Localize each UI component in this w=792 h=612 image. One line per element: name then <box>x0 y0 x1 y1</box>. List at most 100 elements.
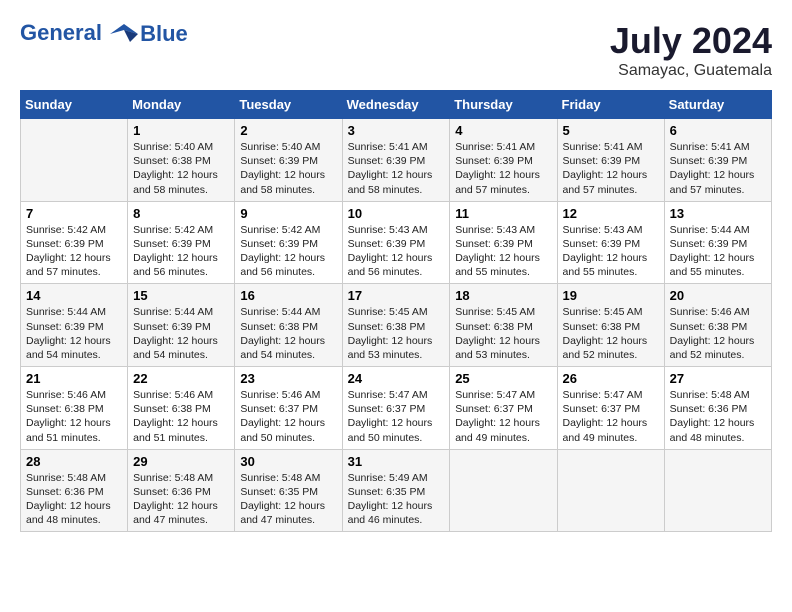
day-number: 15 <box>133 288 229 303</box>
calendar-cell: 12 Sunrise: 5:43 AM Sunset: 6:39 PM Dayli… <box>557 201 664 284</box>
calendar-cell: 18 Sunrise: 5:45 AM Sunset: 6:38 PM Dayli… <box>450 284 557 367</box>
title-block: July 2024 Samayac, Guatemala <box>610 20 772 80</box>
weekday-header-row: SundayMondayTuesdayWednesdayThursdayFrid… <box>21 91 772 119</box>
day-info: Sunrise: 5:46 AM Sunset: 6:38 PM Dayligh… <box>670 305 766 362</box>
day-info: Sunrise: 5:43 AM Sunset: 6:39 PM Dayligh… <box>455 223 551 280</box>
day-info: Sunrise: 5:42 AM Sunset: 6:39 PM Dayligh… <box>133 223 229 280</box>
day-number: 1 <box>133 123 229 138</box>
day-number: 18 <box>455 288 551 303</box>
day-info: Sunrise: 5:48 AM Sunset: 6:36 PM Dayligh… <box>133 471 229 528</box>
day-number: 30 <box>240 454 336 469</box>
calendar-cell: 2 Sunrise: 5:40 AM Sunset: 6:39 PM Daylig… <box>235 119 342 202</box>
day-info: Sunrise: 5:45 AM Sunset: 6:38 PM Dayligh… <box>348 305 445 362</box>
weekday-header-cell: Thursday <box>450 91 557 119</box>
day-number: 2 <box>240 123 336 138</box>
calendar-cell: 22Sunrise: 5:46 AM Sunset: 6:38 PM Dayli… <box>128 367 235 450</box>
weekday-header-cell: Wednesday <box>342 91 450 119</box>
calendar-cell: 28 Sunrise: 5:48 AM Sunset: 6:36 PM Dayli… <box>21 449 128 532</box>
weekday-header-cell: Saturday <box>664 91 771 119</box>
calendar-week-row: 7 Sunrise: 5:42 AM Sunset: 6:39 PM Daylig… <box>21 201 772 284</box>
weekday-header-cell: Tuesday <box>235 91 342 119</box>
calendar-cell: 25 Sunrise: 5:47 AM Sunset: 6:37 PM Dayli… <box>450 367 557 450</box>
calendar-cell: 1 Sunrise: 5:40 AM Sunset: 6:38 PM Daylig… <box>128 119 235 202</box>
calendar-cell <box>557 449 664 532</box>
calendar-cell: 26 Sunrise: 5:47 AM Sunset: 6:37 PM Dayli… <box>557 367 664 450</box>
calendar-cell: 29 Sunrise: 5:48 AM Sunset: 6:36 PM Dayli… <box>128 449 235 532</box>
calendar-cell: 14Sunrise: 5:44 AM Sunset: 6:39 PM Dayli… <box>21 284 128 367</box>
day-info: Sunrise: 5:40 AM Sunset: 6:38 PM Dayligh… <box>133 140 229 197</box>
calendar-cell: 11 Sunrise: 5:43 AM Sunset: 6:39 PM Dayli… <box>450 201 557 284</box>
day-number: 20 <box>670 288 766 303</box>
calendar-cell: 4 Sunrise: 5:41 AM Sunset: 6:39 PM Daylig… <box>450 119 557 202</box>
day-info: Sunrise: 5:46 AM Sunset: 6:38 PM Dayligh… <box>26 388 122 445</box>
day-number: 25 <box>455 371 551 386</box>
day-number: 9 <box>240 206 336 221</box>
month-year-title: July 2024 <box>610 20 772 62</box>
calendar-week-row: 1 Sunrise: 5:40 AM Sunset: 6:38 PM Daylig… <box>21 119 772 202</box>
logo-general: General <box>20 20 102 45</box>
day-number: 17 <box>348 288 445 303</box>
day-info: Sunrise: 5:45 AM Sunset: 6:38 PM Dayligh… <box>455 305 551 362</box>
calendar-cell <box>664 449 771 532</box>
day-number: 21 <box>26 371 122 386</box>
day-number: 26 <box>563 371 659 386</box>
calendar-body: 1 Sunrise: 5:40 AM Sunset: 6:38 PM Daylig… <box>21 119 772 532</box>
day-number: 13 <box>670 206 766 221</box>
day-info: Sunrise: 5:41 AM Sunset: 6:39 PM Dayligh… <box>563 140 659 197</box>
day-number: 5 <box>563 123 659 138</box>
calendar-table: SundayMondayTuesdayWednesdayThursdayFrid… <box>20 90 772 532</box>
day-info: Sunrise: 5:42 AM Sunset: 6:39 PM Dayligh… <box>240 223 336 280</box>
calendar-cell: 17 Sunrise: 5:45 AM Sunset: 6:38 PM Dayli… <box>342 284 450 367</box>
day-info: Sunrise: 5:45 AM Sunset: 6:38 PM Dayligh… <box>563 305 659 362</box>
day-number: 10 <box>348 206 445 221</box>
day-info: Sunrise: 5:40 AM Sunset: 6:39 PM Dayligh… <box>240 140 336 197</box>
calendar-cell: 6Sunrise: 5:41 AM Sunset: 6:39 PM Daylig… <box>664 119 771 202</box>
day-info: Sunrise: 5:41 AM Sunset: 6:39 PM Dayligh… <box>455 140 551 197</box>
day-info: Sunrise: 5:48 AM Sunset: 6:36 PM Dayligh… <box>670 388 766 445</box>
calendar-cell: 30 Sunrise: 5:48 AM Sunset: 6:35 PM Dayli… <box>235 449 342 532</box>
day-info: Sunrise: 5:49 AM Sunset: 6:35 PM Dayligh… <box>348 471 445 528</box>
day-info: Sunrise: 5:41 AM Sunset: 6:39 PM Dayligh… <box>348 140 445 197</box>
day-info: Sunrise: 5:43 AM Sunset: 6:39 PM Dayligh… <box>563 223 659 280</box>
day-info: Sunrise: 5:47 AM Sunset: 6:37 PM Dayligh… <box>563 388 659 445</box>
calendar-cell: 27 Sunrise: 5:48 AM Sunset: 6:36 PM Dayli… <box>664 367 771 450</box>
page-header: General Blue July 2024 Samayac, Guatemal… <box>20 20 772 80</box>
day-info: Sunrise: 5:48 AM Sunset: 6:36 PM Dayligh… <box>26 471 122 528</box>
calendar-cell <box>450 449 557 532</box>
calendar-cell: 19Sunrise: 5:45 AM Sunset: 6:38 PM Dayli… <box>557 284 664 367</box>
calendar-cell: 9 Sunrise: 5:42 AM Sunset: 6:39 PM Daylig… <box>235 201 342 284</box>
location-subtitle: Samayac, Guatemala <box>610 62 772 80</box>
calendar-cell: 31 Sunrise: 5:49 AM Sunset: 6:35 PM Dayli… <box>342 449 450 532</box>
day-number: 11 <box>455 206 551 221</box>
day-info: Sunrise: 5:46 AM Sunset: 6:38 PM Dayligh… <box>133 388 229 445</box>
day-info: Sunrise: 5:44 AM Sunset: 6:38 PM Dayligh… <box>240 305 336 362</box>
day-info: Sunrise: 5:41 AM Sunset: 6:39 PM Dayligh… <box>670 140 766 197</box>
day-info: Sunrise: 5:47 AM Sunset: 6:37 PM Dayligh… <box>348 388 445 445</box>
day-number: 4 <box>455 123 551 138</box>
calendar-cell: 8Sunrise: 5:42 AM Sunset: 6:39 PM Daylig… <box>128 201 235 284</box>
day-info: Sunrise: 5:47 AM Sunset: 6:37 PM Dayligh… <box>455 388 551 445</box>
day-info: Sunrise: 5:46 AM Sunset: 6:37 PM Dayligh… <box>240 388 336 445</box>
calendar-cell: 16Sunrise: 5:44 AM Sunset: 6:38 PM Dayli… <box>235 284 342 367</box>
day-number: 28 <box>26 454 122 469</box>
calendar-cell: 24Sunrise: 5:47 AM Sunset: 6:37 PM Dayli… <box>342 367 450 450</box>
calendar-week-row: 14Sunrise: 5:44 AM Sunset: 6:39 PM Dayli… <box>21 284 772 367</box>
day-info: Sunrise: 5:44 AM Sunset: 6:39 PM Dayligh… <box>670 223 766 280</box>
calendar-cell: 20 Sunrise: 5:46 AM Sunset: 6:38 PM Dayli… <box>664 284 771 367</box>
day-info: Sunrise: 5:43 AM Sunset: 6:39 PM Dayligh… <box>348 223 445 280</box>
day-number: 31 <box>348 454 445 469</box>
day-number: 7 <box>26 206 122 221</box>
day-info: Sunrise: 5:44 AM Sunset: 6:39 PM Dayligh… <box>133 305 229 362</box>
calendar-cell <box>21 119 128 202</box>
day-info: Sunrise: 5:48 AM Sunset: 6:35 PM Dayligh… <box>240 471 336 528</box>
calendar-week-row: 28 Sunrise: 5:48 AM Sunset: 6:36 PM Dayli… <box>21 449 772 532</box>
calendar-week-row: 21 Sunrise: 5:46 AM Sunset: 6:38 PM Dayli… <box>21 367 772 450</box>
logo-bird-icon <box>110 20 138 48</box>
calendar-cell: 21 Sunrise: 5:46 AM Sunset: 6:38 PM Dayli… <box>21 367 128 450</box>
calendar-cell: 10 Sunrise: 5:43 AM Sunset: 6:39 PM Dayli… <box>342 201 450 284</box>
day-number: 23 <box>240 371 336 386</box>
day-number: 27 <box>670 371 766 386</box>
calendar-cell: 7Sunrise: 5:42 AM Sunset: 6:39 PM Daylig… <box>21 201 128 284</box>
day-number: 29 <box>133 454 229 469</box>
day-number: 12 <box>563 206 659 221</box>
